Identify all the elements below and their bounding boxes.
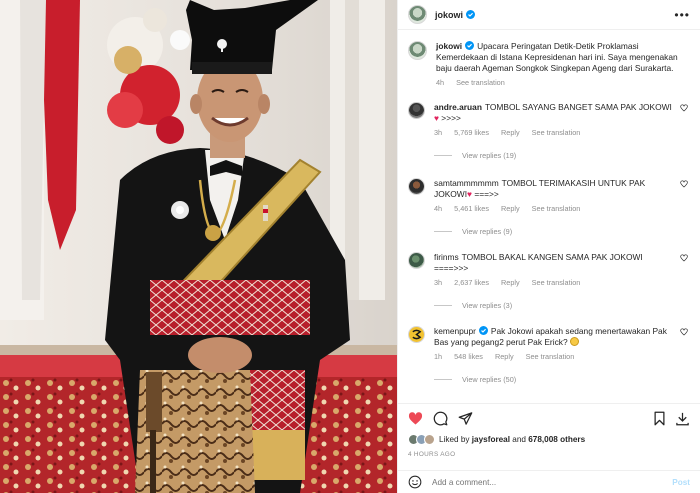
comment-time[interactable]: 3h bbox=[434, 128, 442, 137]
post-photo[interactable] bbox=[0, 0, 397, 493]
view-replies-button[interactable]: View replies (3) bbox=[434, 301, 678, 310]
caption-time[interactable]: 4h bbox=[436, 78, 444, 87]
verified-badge-icon bbox=[466, 10, 476, 19]
comment-text: TOMBOL SAYANG BANGET SAMA PAK JOKOWI bbox=[484, 102, 672, 112]
comment-likes[interactable]: 5,769 likes bbox=[454, 128, 489, 137]
more-options-icon[interactable]: ••• bbox=[674, 9, 690, 21]
replies-divider bbox=[434, 155, 452, 156]
comment-item: firinms TOMBOL BAKAL KANGEN SAMA PAK JOKO… bbox=[408, 252, 688, 310]
liker-avatars bbox=[408, 434, 435, 445]
replies-divider bbox=[434, 379, 452, 380]
see-translation-link[interactable]: See translation bbox=[532, 128, 581, 137]
commenter-avatar[interactable] bbox=[408, 252, 425, 269]
view-replies-label: View replies (50) bbox=[462, 375, 517, 384]
likes-count[interactable]: 678,008 others bbox=[528, 435, 585, 444]
comment-like-heart-icon[interactable] bbox=[680, 328, 688, 336]
download-icon[interactable] bbox=[675, 411, 690, 426]
comment-likes[interactable]: 2,637 likes bbox=[454, 278, 489, 287]
replies-divider bbox=[434, 305, 452, 306]
comment-like-heart-icon[interactable] bbox=[680, 180, 688, 188]
liked-by-and: and bbox=[512, 435, 526, 444]
commenter-avatar[interactable] bbox=[408, 102, 425, 119]
commenter-username[interactable]: samtammmmmm bbox=[434, 178, 499, 188]
grinning-emoji bbox=[569, 337, 579, 346]
liked-by-prefix: Liked by bbox=[439, 435, 470, 444]
verified-badge-icon bbox=[465, 41, 475, 50]
share-paper-plane-icon[interactable] bbox=[458, 411, 473, 426]
commenter-avatar[interactable] bbox=[408, 326, 425, 343]
comment-item: andre.aruan TOMBOL SAYANG BANGET SAMA PAK… bbox=[408, 102, 688, 160]
verified-badge-icon bbox=[478, 326, 488, 335]
comment-likes[interactable]: 548 likes bbox=[454, 352, 483, 361]
emoji-picker-icon[interactable] bbox=[408, 475, 422, 489]
comment-text-tail: >>>> bbox=[438, 113, 461, 123]
comment-input[interactable] bbox=[432, 477, 673, 487]
see-translation-link[interactable]: See translation bbox=[456, 78, 505, 87]
comment-item: samtammmmmm TOMBOL TERIMAKASIH UNTUK PAK … bbox=[408, 178, 688, 236]
post-caption: jokowi Upacara Peringatan Detik-Detik Pro… bbox=[408, 41, 688, 87]
reply-button[interactable]: Reply bbox=[495, 352, 514, 361]
likes-summary[interactable]: Liked by jaysforeal and 678,008 others bbox=[408, 434, 690, 445]
post-header: jokowi ••• bbox=[398, 0, 700, 30]
view-replies-button[interactable]: View replies (9) bbox=[434, 227, 678, 236]
see-translation-link[interactable]: See translation bbox=[532, 278, 581, 287]
comment-time[interactable]: 3h bbox=[434, 278, 442, 287]
post-image-illustration bbox=[0, 0, 397, 493]
post-comment-button[interactable]: Post bbox=[672, 478, 690, 487]
liker-avatar bbox=[424, 434, 435, 445]
like-heart-filled-icon[interactable] bbox=[408, 411, 423, 426]
caption-avatar[interactable] bbox=[408, 41, 427, 60]
author-username[interactable]: jokowi bbox=[435, 10, 463, 20]
comment-bubble-icon[interactable] bbox=[433, 411, 448, 426]
post-action-bar bbox=[398, 403, 700, 433]
view-replies-button[interactable]: View replies (19) bbox=[434, 151, 678, 160]
reply-button[interactable]: Reply bbox=[501, 128, 520, 137]
author-avatar[interactable] bbox=[408, 5, 427, 24]
add-comment-bar: Post bbox=[398, 470, 700, 493]
comment-text-tail: ===>> bbox=[472, 189, 499, 199]
view-replies-label: View replies (9) bbox=[462, 227, 513, 236]
save-bookmark-icon[interactable] bbox=[652, 411, 667, 426]
commenter-avatar[interactable] bbox=[408, 178, 425, 195]
see-translation-link[interactable]: See translation bbox=[532, 204, 581, 213]
post-timestamp[interactable]: 4 HOURS AGO bbox=[408, 451, 455, 458]
comment-like-heart-icon[interactable] bbox=[680, 254, 688, 262]
reply-button[interactable]: Reply bbox=[501, 278, 520, 287]
commenter-username[interactable]: kemenpupr bbox=[434, 326, 476, 336]
see-translation-link[interactable]: See translation bbox=[526, 352, 575, 361]
comment-time[interactable]: 4h bbox=[434, 204, 442, 213]
comment-likes[interactable]: 5,461 likes bbox=[454, 204, 489, 213]
replies-divider bbox=[434, 231, 452, 232]
commenter-username[interactable]: firinms bbox=[434, 252, 459, 262]
view-replies-button[interactable]: View replies (50) bbox=[434, 375, 678, 384]
view-replies-label: View replies (19) bbox=[462, 151, 517, 160]
liked-by-user[interactable]: jaysforeal bbox=[472, 435, 510, 444]
comments-list[interactable]: jokowi Upacara Peringatan Detik-Detik Pro… bbox=[398, 31, 700, 399]
view-replies-label: View replies (3) bbox=[462, 301, 513, 310]
reply-button[interactable]: Reply bbox=[501, 204, 520, 213]
post-side-panel: jokowi ••• jokowi Upacara Peringatan Deti… bbox=[397, 0, 700, 493]
comment-like-heart-icon[interactable] bbox=[680, 104, 688, 112]
comment-time[interactable]: 1h bbox=[434, 352, 442, 361]
kemenpupr-logo-icon bbox=[412, 329, 422, 340]
comment-item: kemenpupr Pak Jokowi apakah sedang menert… bbox=[408, 326, 688, 384]
caption-username[interactable]: jokowi bbox=[436, 41, 462, 51]
commenter-username[interactable]: andre.aruan bbox=[434, 102, 482, 112]
comment-text: TOMBOL BAKAL KANGEN SAMA PAK JOKOWI ====… bbox=[434, 252, 643, 273]
